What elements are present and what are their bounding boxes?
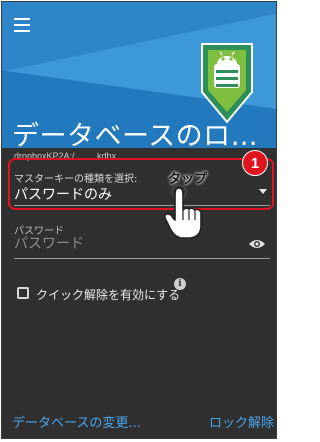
key-type-underline <box>14 205 270 206</box>
info-icon[interactable]: i <box>174 278 186 290</box>
eye-icon[interactable] <box>248 238 266 250</box>
menu-icon[interactable] <box>14 18 30 32</box>
chevron-down-icon[interactable] <box>259 189 267 194</box>
change-database-button[interactable]: データベースの変更... <box>12 412 141 431</box>
pointing-hand-icon <box>164 184 202 239</box>
quick-unlock-label[interactable]: クイック解除を有効にする <box>36 286 180 303</box>
quick-unlock-checkbox[interactable] <box>17 287 29 299</box>
app-window: データベースのロ… dropboxKP2A:/.........kdbx マスタ… <box>1 1 277 439</box>
keepass-android-logo <box>201 43 253 124</box>
database-title: データベースのロ… <box>12 121 259 148</box>
key-type-select[interactable]: パスワードのみ <box>14 184 112 204</box>
password-underline <box>14 258 270 259</box>
key-type-label: マスターキーの種類を選択: <box>14 174 138 185</box>
step-number-badge: 1 <box>242 150 268 176</box>
password-field[interactable] <box>14 234 234 254</box>
header-banner: データベースのロ… <box>2 2 276 148</box>
unlock-button[interactable]: ロック解除 <box>209 412 274 431</box>
